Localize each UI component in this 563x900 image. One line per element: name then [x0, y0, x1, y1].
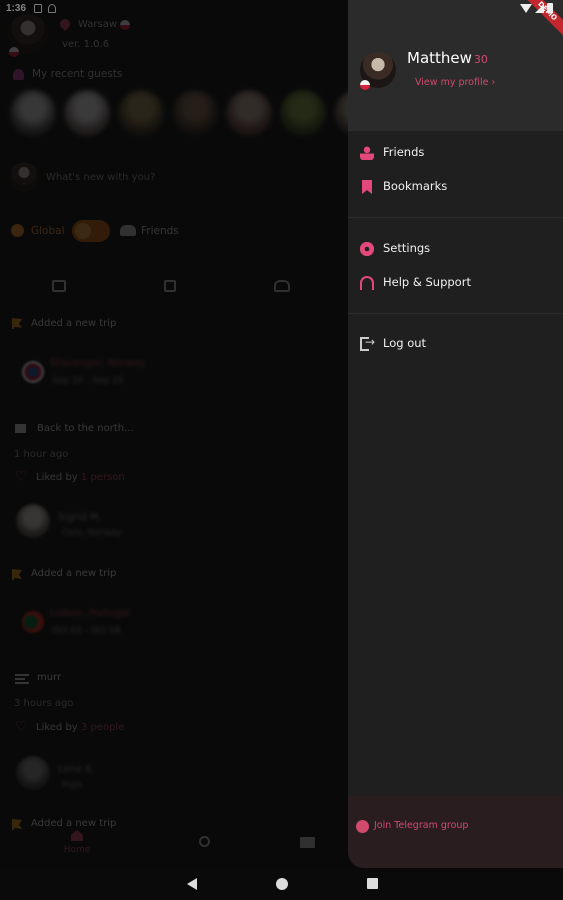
back-icon[interactable]	[187, 878, 197, 890]
navigation-drawer: Matthew30 View my profile › DEMO Friends…	[348, 0, 563, 868]
battery-icon	[547, 3, 553, 13]
drawer-header: Matthew 30 View my profile ›	[348, 0, 563, 130]
signal-icon	[535, 3, 544, 13]
person-icon	[360, 146, 374, 160]
drawer-item-label: Help & Support	[383, 275, 471, 289]
drawer-item-label: Bookmarks	[383, 179, 448, 193]
wifi-icon	[520, 3, 532, 13]
view-profile-link[interactable]: View my profile ›	[415, 77, 495, 88]
headset-icon	[360, 276, 374, 290]
divider	[348, 313, 563, 314]
logout-icon	[360, 335, 375, 351]
telegram-group-button[interactable]: Join Telegram group	[348, 796, 563, 868]
drawer-item-bookmarks[interactable]: Bookmarks	[348, 173, 563, 201]
flag-poland-icon	[360, 80, 370, 90]
drawer-item-label: Settings	[383, 241, 431, 255]
divider	[348, 217, 563, 218]
drawer-item-friends[interactable]: Friends	[348, 139, 563, 167]
status-bar-icons	[0, 0, 563, 18]
drawer-item-label: Log out	[383, 336, 427, 350]
system-navigation-bar	[0, 868, 563, 900]
drawer-item-label: Friends	[383, 145, 425, 159]
telegram-icon	[356, 820, 369, 833]
recents-icon[interactable]	[367, 878, 378, 889]
drawer-item-help[interactable]: Help & Support	[348, 269, 563, 297]
divider	[348, 130, 563, 131]
home-circle-icon[interactable]	[276, 878, 288, 890]
drawer-item-logout[interactable]: Log out	[348, 330, 563, 358]
drawer-item-settings[interactable]: Settings	[348, 235, 563, 263]
user-age: 30	[473, 53, 488, 66]
bookmark-icon	[362, 180, 372, 194]
user-name: Matthew 30	[407, 49, 488, 67]
telegram-label: Join Telegram group	[374, 820, 469, 831]
gear-icon	[360, 242, 374, 256]
status-right	[520, 3, 553, 13]
